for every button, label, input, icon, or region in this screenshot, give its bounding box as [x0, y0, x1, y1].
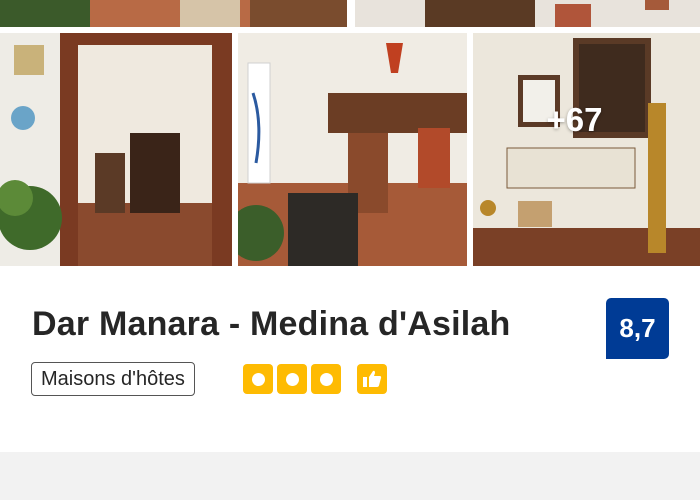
gallery-photo-reception-more[interactable]: +67	[473, 33, 700, 266]
property-title[interactable]: Dar Manara - Medina d'Asilah	[32, 305, 510, 344]
more-photos-overlay[interactable]: +67	[473, 33, 700, 266]
quality-dot-icon	[311, 364, 341, 394]
section-divider	[0, 452, 700, 500]
quality-dot-icon	[277, 364, 307, 394]
quality-dot-icon	[243, 364, 273, 394]
gallery-photo-entrance[interactable]	[0, 33, 232, 266]
property-type-badge: Maisons d'hôtes	[31, 362, 195, 396]
review-score-badge[interactable]: 8,7	[606, 298, 669, 359]
thumbs-up-icon	[357, 364, 387, 394]
gallery-photo-interior[interactable]	[238, 33, 467, 266]
more-photos-count: +67	[546, 100, 603, 138]
quality-rating[interactable]	[243, 364, 387, 394]
gallery-photo-top-right[interactable]	[355, 0, 700, 27]
gallery-photo-top-left[interactable]	[0, 0, 347, 27]
